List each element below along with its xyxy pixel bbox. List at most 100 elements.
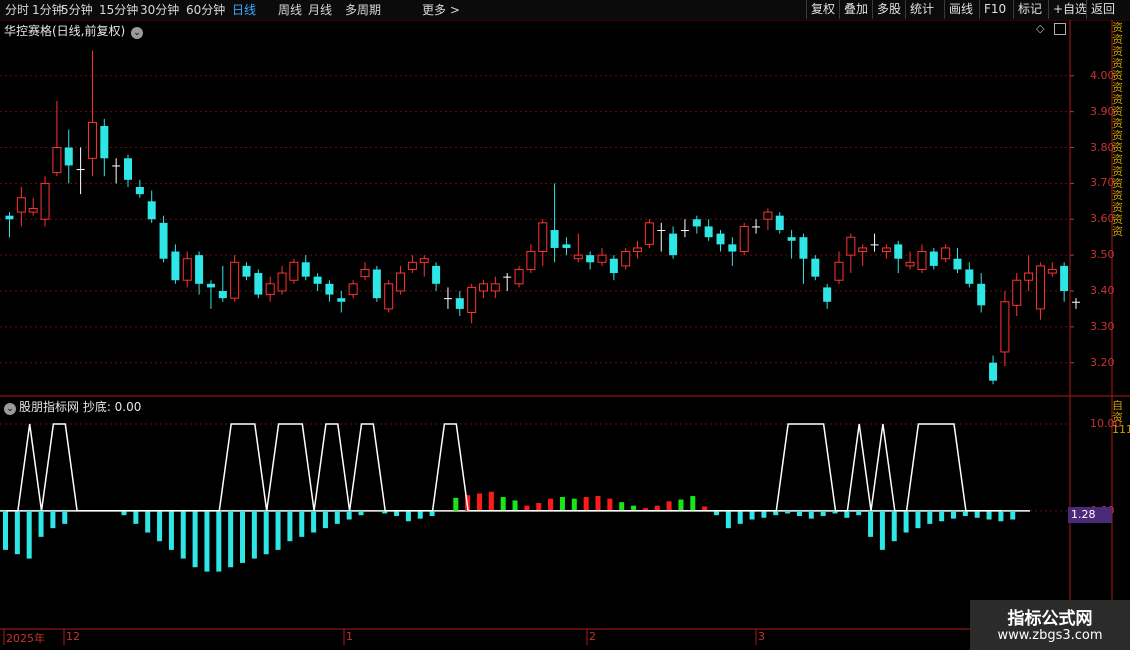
candle-body [100,126,109,159]
candle-body [752,226,761,228]
candle-body [16,197,26,213]
candle-body [680,230,689,232]
indicator-bar [240,510,245,563]
kline-chart[interactable] [0,0,1130,650]
candle-body [977,283,986,306]
candle-body [171,251,180,281]
candle-body [52,147,62,174]
indicator-bar [571,498,577,511]
candle-body [218,290,227,299]
candle-body [728,244,737,252]
indicator-bar [678,499,684,511]
indicator-bar [548,498,554,511]
x-axis-label: 3 [758,630,765,643]
indicator-bar [512,500,518,511]
watermark-title: 指标公式网 [1007,609,1093,629]
y-tick-label: 3.70 [1090,176,1115,190]
candle-body [526,251,536,270]
candle-body [881,247,891,253]
indicator-title: 股朋指标网 抄底: 0.00 [19,400,142,414]
candle-body [40,182,50,220]
indicator-bar [429,510,435,517]
candle-body [467,286,477,314]
indicator-bar [192,510,198,568]
indicator-bar [405,510,411,522]
candle-body [633,247,643,253]
indicator-bar [785,510,791,514]
y-tick-label: 3.90 [1090,104,1115,118]
candle-body [609,258,618,274]
indicator-bar [915,510,921,529]
indicator-bar [998,510,1004,522]
candle-body [846,236,856,256]
indicator-bar [453,497,459,511]
candle-body [894,244,903,259]
y-tick-label: 3.20 [1090,355,1115,369]
indicator-bar [168,510,174,550]
candle-body [644,222,654,245]
watermark: 指标公式网 www.zbgs3.com [970,600,1130,650]
candle-body [917,251,927,270]
candle-body [1060,265,1069,291]
candle-body [870,244,879,246]
candle-body [419,258,429,263]
y-tick-label: 4.00 [1090,68,1115,82]
y-tick-label: 3.30 [1090,319,1115,333]
indicator-bar [50,510,56,529]
x-axis-label: 12 [66,630,80,643]
x-axis-label: 1 [346,630,353,643]
right-info-strip: 资资资资资资资资资资资资资资资资资资 [1112,22,1123,238]
indicator-bar [761,510,767,518]
candle-body [313,276,322,284]
indicator-bar [1010,510,1016,520]
indicator-bar [287,510,293,542]
indicator-bar [417,510,423,519]
candle-body [858,247,868,253]
indicator-bar [595,496,601,511]
indicator-bar [358,510,364,516]
candle-body [135,186,144,195]
candle-body [716,233,725,245]
x-axis-label: 2 [589,630,596,643]
indicator-bar [666,501,672,511]
candle-body [562,244,571,248]
candle-body [657,230,666,232]
window-toggle-icon[interactable] [1054,23,1066,35]
chevron-down-icon[interactable]: ⌄ [131,27,144,39]
candle-body [597,254,607,263]
candle-body [834,261,844,281]
y-tick-label: 3.40 [1090,283,1115,297]
candle-body [503,276,512,278]
candle-body [787,237,796,241]
indicator-bar [725,510,731,529]
candle-body [799,237,808,259]
indicator-bar [844,510,850,518]
candle-body [87,121,97,159]
candle-body [5,215,14,220]
diamond-icon[interactable]: ◇ [1036,22,1044,35]
indicator-bar [62,510,68,524]
indicator-bar [749,510,755,520]
indicator-bar [322,510,328,529]
candle-body [965,269,974,284]
candle-body [76,169,85,171]
candle-body [182,258,192,281]
candle-body [206,283,215,288]
indicator-bar [180,510,186,559]
candle-body [265,283,275,296]
indicator-bar [145,510,151,533]
candle-body [775,215,784,231]
chevron-down-icon[interactable]: ⌄ [4,403,16,415]
indicator-bar [856,510,862,516]
candle-body [301,262,310,277]
candle-body [159,222,168,259]
indicator-bar [524,505,530,511]
candle-body [586,255,595,263]
candle-body [254,273,263,295]
candle-body [823,287,832,302]
candle-body [384,283,394,310]
indicator-bar [311,510,317,533]
candle-body [372,269,381,299]
indicator-bar [334,510,340,524]
indicator-bar [559,496,565,511]
